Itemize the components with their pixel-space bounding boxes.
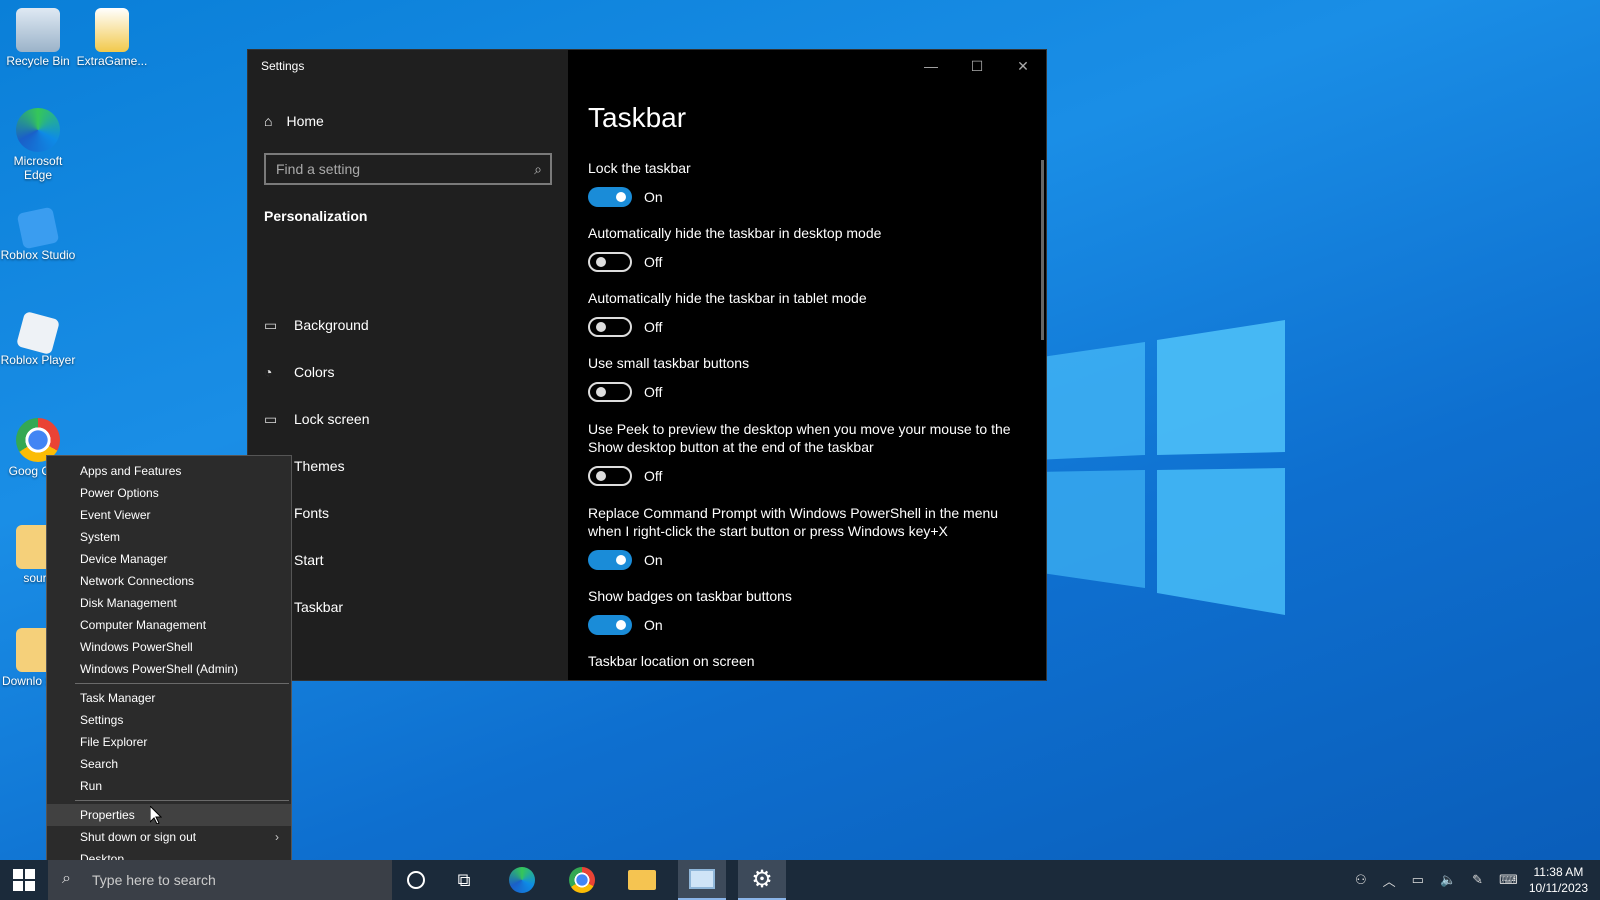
desktop-icon-extragame[interactable]: ExtraGame... bbox=[74, 8, 150, 68]
menu-item-powershell[interactable]: Windows PowerShell bbox=[47, 636, 291, 658]
desktop-icon-roblox-studio[interactable]: Roblox Studio bbox=[0, 206, 76, 262]
powershell-toggle[interactable] bbox=[588, 550, 632, 570]
menu-item-file-explorer[interactable]: File Explorer bbox=[47, 731, 291, 753]
recycle-bin-icon bbox=[16, 8, 60, 52]
menu-item-run[interactable]: Run bbox=[47, 775, 291, 797]
system-tray: ⚇ ︿ ▭ 🔈 ✎ ⌨ bbox=[1355, 860, 1518, 900]
settings-window: Settings ⌂ Home ⌕ Personalization ▭ Back… bbox=[247, 49, 1047, 681]
menu-item-properties[interactable]: Properties bbox=[47, 804, 291, 826]
setting-taskbar-location: Taskbar location on screen bbox=[588, 653, 755, 669]
menu-item-powershell-admin[interactable]: Windows PowerShell (Admin) bbox=[47, 658, 291, 680]
chrome-icon bbox=[569, 867, 595, 893]
pen-icon[interactable]: ✎ bbox=[1472, 872, 1483, 888]
peek-toggle[interactable] bbox=[588, 466, 632, 486]
taskbar-search-box[interactable]: ⌕ bbox=[48, 860, 392, 900]
edge-taskbar-button[interactable] bbox=[498, 860, 546, 900]
autohide-desktop-toggle[interactable] bbox=[588, 252, 632, 272]
control-panel-taskbar-button[interactable] bbox=[678, 860, 726, 900]
desktop-icon-edge[interactable]: Microsoft Edge bbox=[0, 108, 76, 182]
menu-item-event-viewer[interactable]: Event Viewer bbox=[47, 504, 291, 526]
settings-sidebar: Settings ⌂ Home ⌕ Personalization ▭ Back… bbox=[248, 50, 568, 680]
menu-separator bbox=[75, 800, 289, 801]
volume-icon[interactable]: 🔈 bbox=[1440, 872, 1456, 888]
menu-item-task-manager[interactable]: Task Manager bbox=[47, 687, 291, 709]
cortana-button[interactable] bbox=[392, 860, 440, 900]
keyboard-icon[interactable]: ⌨ bbox=[1499, 872, 1518, 888]
picture-icon: ▭ bbox=[264, 317, 278, 333]
desktop-icon-roblox-player[interactable]: Roblox Player bbox=[0, 310, 76, 367]
menu-item-system[interactable]: System bbox=[47, 526, 291, 548]
setting-autohide-desktop: Automatically hide the taskbar in deskto… bbox=[588, 225, 882, 272]
mouse-cursor-icon bbox=[150, 806, 162, 824]
task-view-button[interactable]: ⧉ bbox=[440, 860, 488, 900]
winx-context-menu: Apps and Features Power Options Event Vi… bbox=[46, 455, 292, 872]
menu-item-settings[interactable]: Settings bbox=[47, 709, 291, 731]
menu-item-apps-features[interactable]: Apps and Features bbox=[47, 460, 291, 482]
menu-item-computer-management[interactable]: Computer Management bbox=[47, 614, 291, 636]
setting-small-buttons: Use small taskbar buttons Off bbox=[588, 355, 750, 402]
menu-item-disk-management[interactable]: Disk Management bbox=[47, 592, 291, 614]
file-icon bbox=[95, 8, 129, 52]
roblox-studio-icon bbox=[16, 206, 60, 250]
setting-lock-taskbar: Lock the taskbar On bbox=[588, 160, 691, 207]
network-icon[interactable]: ▭ bbox=[1412, 872, 1424, 888]
nav-item-lock-screen[interactable]: ▭ Lock screen bbox=[264, 411, 369, 427]
setting-badges: Show badges on taskbar buttons On bbox=[588, 588, 792, 635]
clock-time: 11:38 AM bbox=[1533, 865, 1584, 879]
menu-item-power-options[interactable]: Power Options bbox=[47, 482, 291, 504]
content-scrollbar[interactable] bbox=[1041, 160, 1044, 340]
setting-autohide-tablet: Automatically hide the taskbar in tablet… bbox=[588, 290, 867, 337]
chrome-taskbar-button[interactable] bbox=[558, 860, 606, 900]
file-explorer-taskbar-button[interactable] bbox=[618, 860, 666, 900]
small-buttons-toggle[interactable] bbox=[588, 382, 632, 402]
cortana-icon bbox=[407, 871, 425, 889]
chevron-right-icon: › bbox=[275, 830, 279, 844]
roblox-player-icon bbox=[15, 310, 61, 356]
find-setting-box[interactable]: ⌕ bbox=[264, 153, 552, 185]
menu-item-shut-down[interactable]: Shut down or sign out › bbox=[47, 826, 291, 848]
taskbar: ⌕ ⧉ ⚙ ⚇ ︿ ▭ 🔈 ✎ ⌨ 11:38 AM 10/11/2023 bbox=[0, 860, 1600, 900]
start-button[interactable] bbox=[0, 860, 48, 900]
setting-peek: Use Peek to preview the desktop when you… bbox=[588, 421, 1011, 486]
find-setting-input[interactable] bbox=[266, 155, 506, 183]
search-icon: ⌕ bbox=[534, 161, 542, 177]
lock-taskbar-toggle[interactable] bbox=[588, 187, 632, 207]
search-icon: ⌕ bbox=[62, 870, 71, 887]
window-title: Settings bbox=[261, 59, 305, 73]
edge-icon bbox=[509, 867, 535, 893]
desktop-icon-recycle-bin[interactable]: Recycle Bin bbox=[0, 8, 76, 68]
setting-powershell: Replace Command Prompt with Windows Powe… bbox=[588, 505, 999, 570]
taskbar-clock[interactable]: 11:38 AM 10/11/2023 bbox=[1529, 864, 1588, 896]
clock-date: 10/11/2023 bbox=[1528, 881, 1588, 895]
page-title: Taskbar bbox=[588, 102, 687, 133]
task-view-icon: ⧉ bbox=[457, 869, 471, 890]
settings-content: Taskbar Lock the taskbar On Automaticall… bbox=[588, 50, 1028, 680]
chevron-up-icon[interactable]: ︿ bbox=[1383, 871, 1396, 890]
taskbar-search-input[interactable] bbox=[92, 872, 372, 888]
menu-item-device-manager[interactable]: Device Manager bbox=[47, 548, 291, 570]
menu-separator bbox=[75, 683, 289, 684]
palette-icon: ◔ bbox=[264, 364, 273, 380]
windows-start-icon bbox=[13, 869, 35, 891]
settings-gear-icon: ⚙ bbox=[751, 865, 773, 893]
lock-screen-icon: ▭ bbox=[264, 411, 278, 427]
people-icon[interactable]: ⚇ bbox=[1355, 872, 1367, 888]
menu-item-search[interactable]: Search bbox=[47, 753, 291, 775]
nav-item-background[interactable]: ▭ Background bbox=[264, 317, 369, 333]
edge-icon bbox=[16, 108, 60, 152]
settings-taskbar-button[interactable]: ⚙ bbox=[738, 860, 786, 900]
autohide-tablet-toggle[interactable] bbox=[588, 317, 632, 337]
nav-item-colors[interactable]: ◔ Colors bbox=[264, 364, 334, 380]
home-icon: ⌂ bbox=[264, 113, 273, 129]
section-title: Personalization bbox=[264, 208, 368, 224]
windows-wallpaper-logo bbox=[1035, 320, 1285, 615]
menu-item-network-connections[interactable]: Network Connections bbox=[47, 570, 291, 592]
nav-home[interactable]: ⌂ Home bbox=[264, 113, 324, 129]
file-explorer-icon bbox=[628, 870, 656, 890]
badges-toggle[interactable] bbox=[588, 615, 632, 635]
control-panel-icon bbox=[689, 869, 715, 889]
